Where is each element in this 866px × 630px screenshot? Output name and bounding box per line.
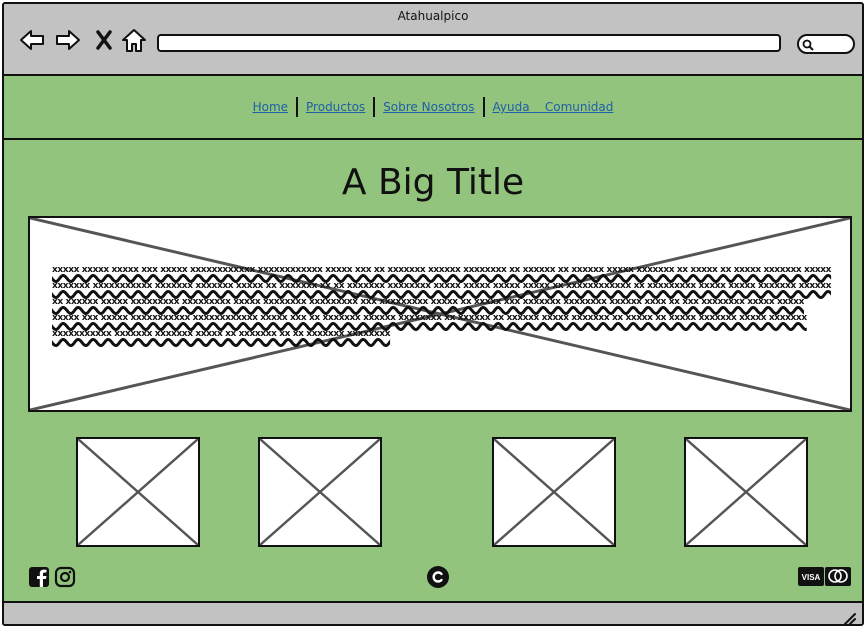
product-image-3[interactable] [492,437,616,547]
nav-link-home[interactable]: Home [245,100,296,114]
back-arrow-icon [20,30,44,50]
product-image-2[interactable] [258,437,382,547]
top-navigation: Home Productos Sobre Nosotros Ayuda Comu… [4,76,862,140]
resize-grip-icon[interactable] [842,612,856,626]
back-button[interactable] [18,26,46,54]
image-placeholder-icon [260,439,380,545]
home-icon [122,29,146,52]
instagram-icon[interactable] [54,566,76,588]
page-content: Home Productos Sobre Nosotros Ayuda Comu… [4,76,862,601]
nav-link-productos[interactable]: Productos [298,100,373,114]
hero-paragraph: xxxxx xxxxx xxxxx xxx xxxxx xxxxxxxxxxxx… [52,265,832,339]
copyright-icon [427,566,449,588]
facebook-icon[interactable] [28,566,50,588]
image-placeholder-icon [78,439,198,545]
hero-image-placeholder: xxxxx xxxxx xxxxx xxx xxxxx xxxxxxxxxxxx… [28,216,852,412]
window-title: Atahualpico [397,9,469,23]
image-placeholder-icon [686,439,806,545]
forward-arrow-icon [56,30,80,50]
nav-link-ayuda-comunidad[interactable]: Ayuda Comunidad [485,100,622,114]
url-bar[interactable] [157,34,781,52]
home-button[interactable] [120,26,148,54]
close-x-icon [96,30,112,50]
stop-button[interactable] [90,26,118,54]
status-bar [4,601,862,626]
search-icon [802,39,814,51]
product-image-1[interactable] [76,437,200,547]
svg-text:VISA: VISA [802,573,821,582]
visa-icon: VISA [798,567,824,586]
mastercard-icon [825,567,851,586]
page-title: A Big Title [341,162,525,203]
browser-window: Atahualpico Home Productos Sobre Nosotro… [2,2,864,626]
image-placeholder-icon [494,439,614,545]
browser-chrome: Atahualpico [4,4,862,76]
nav-link-sobre-nosotros[interactable]: Sobre Nosotros [375,100,482,114]
browser-search-box[interactable] [797,34,855,54]
forward-button[interactable] [54,26,82,54]
product-image-4[interactable] [684,437,808,547]
